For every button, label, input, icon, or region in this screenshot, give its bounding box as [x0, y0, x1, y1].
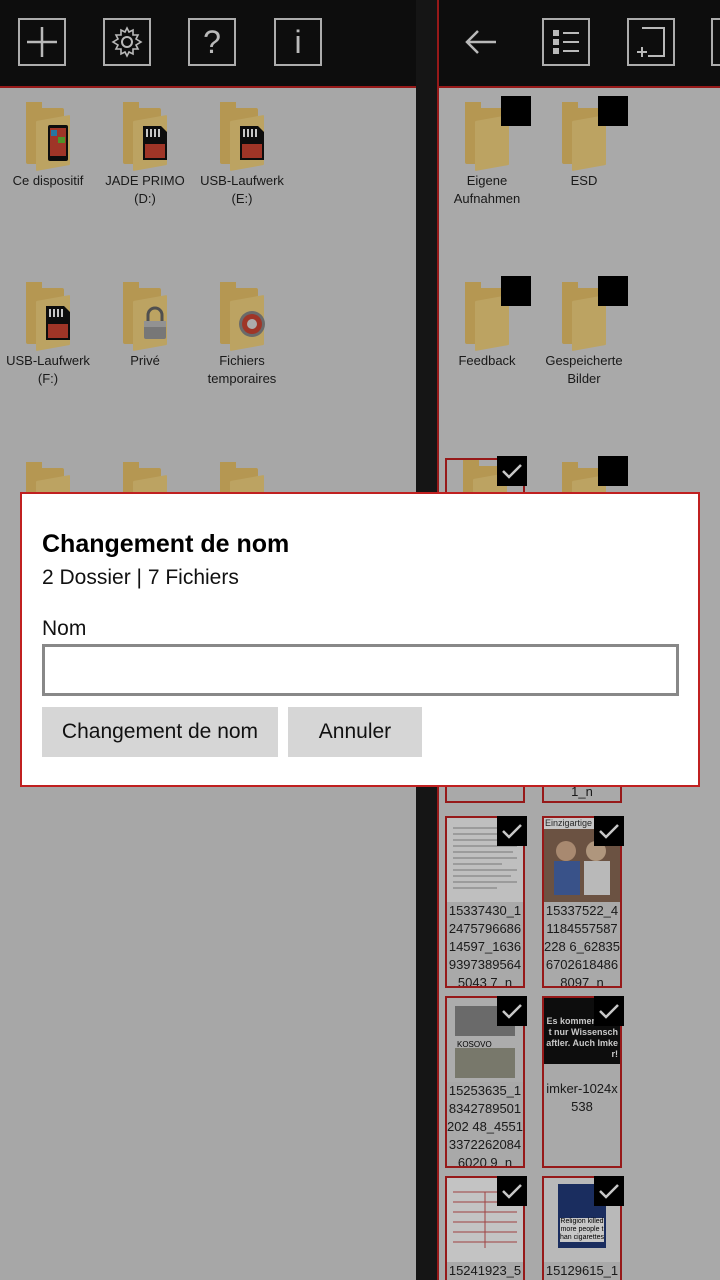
name-field-label: Nom [42, 617, 87, 640]
rename-button[interactable]: Changement de nom [42, 707, 278, 757]
dialog-subtitle: 2 Dossier | 7 Fichiers [42, 566, 239, 589]
rename-dialog: Changement de nom 2 Dossier | 7 Fichiers… [20, 492, 700, 787]
cancel-button[interactable]: Annuler [288, 707, 422, 757]
name-input[interactable] [42, 644, 679, 696]
dialog-title: Changement de nom [42, 530, 290, 558]
